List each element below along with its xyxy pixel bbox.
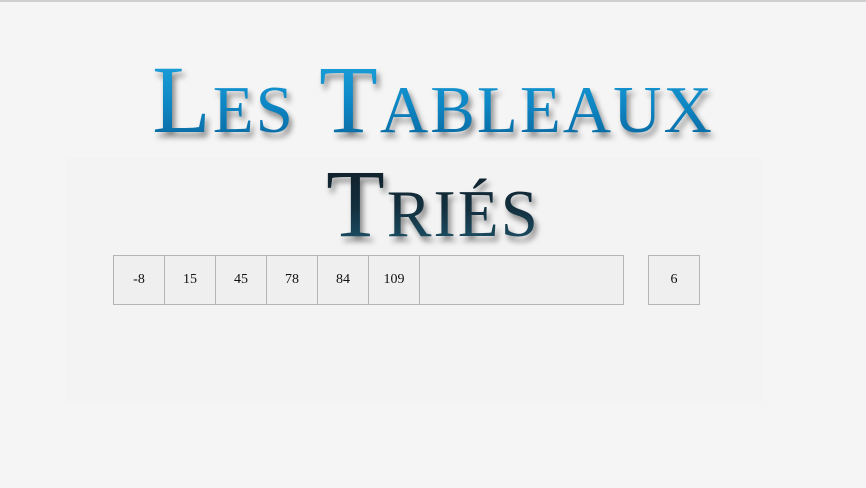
window-top-border [0, 0, 866, 2]
title-line-1: Les Tableaux [0, 48, 866, 152]
value-to-insert: 6 [648, 255, 700, 305]
array-cell: -8 [113, 255, 165, 305]
array-cell: 78 [266, 255, 318, 305]
array-cell: 45 [215, 255, 267, 305]
array-cell: 15 [164, 255, 216, 305]
array-empty-slot [419, 255, 624, 305]
array-cell: 109 [368, 255, 420, 305]
array-cell: 84 [317, 255, 369, 305]
title-line-2: Triés [0, 152, 866, 256]
page-title: Les Tableaux Triés [0, 48, 866, 256]
